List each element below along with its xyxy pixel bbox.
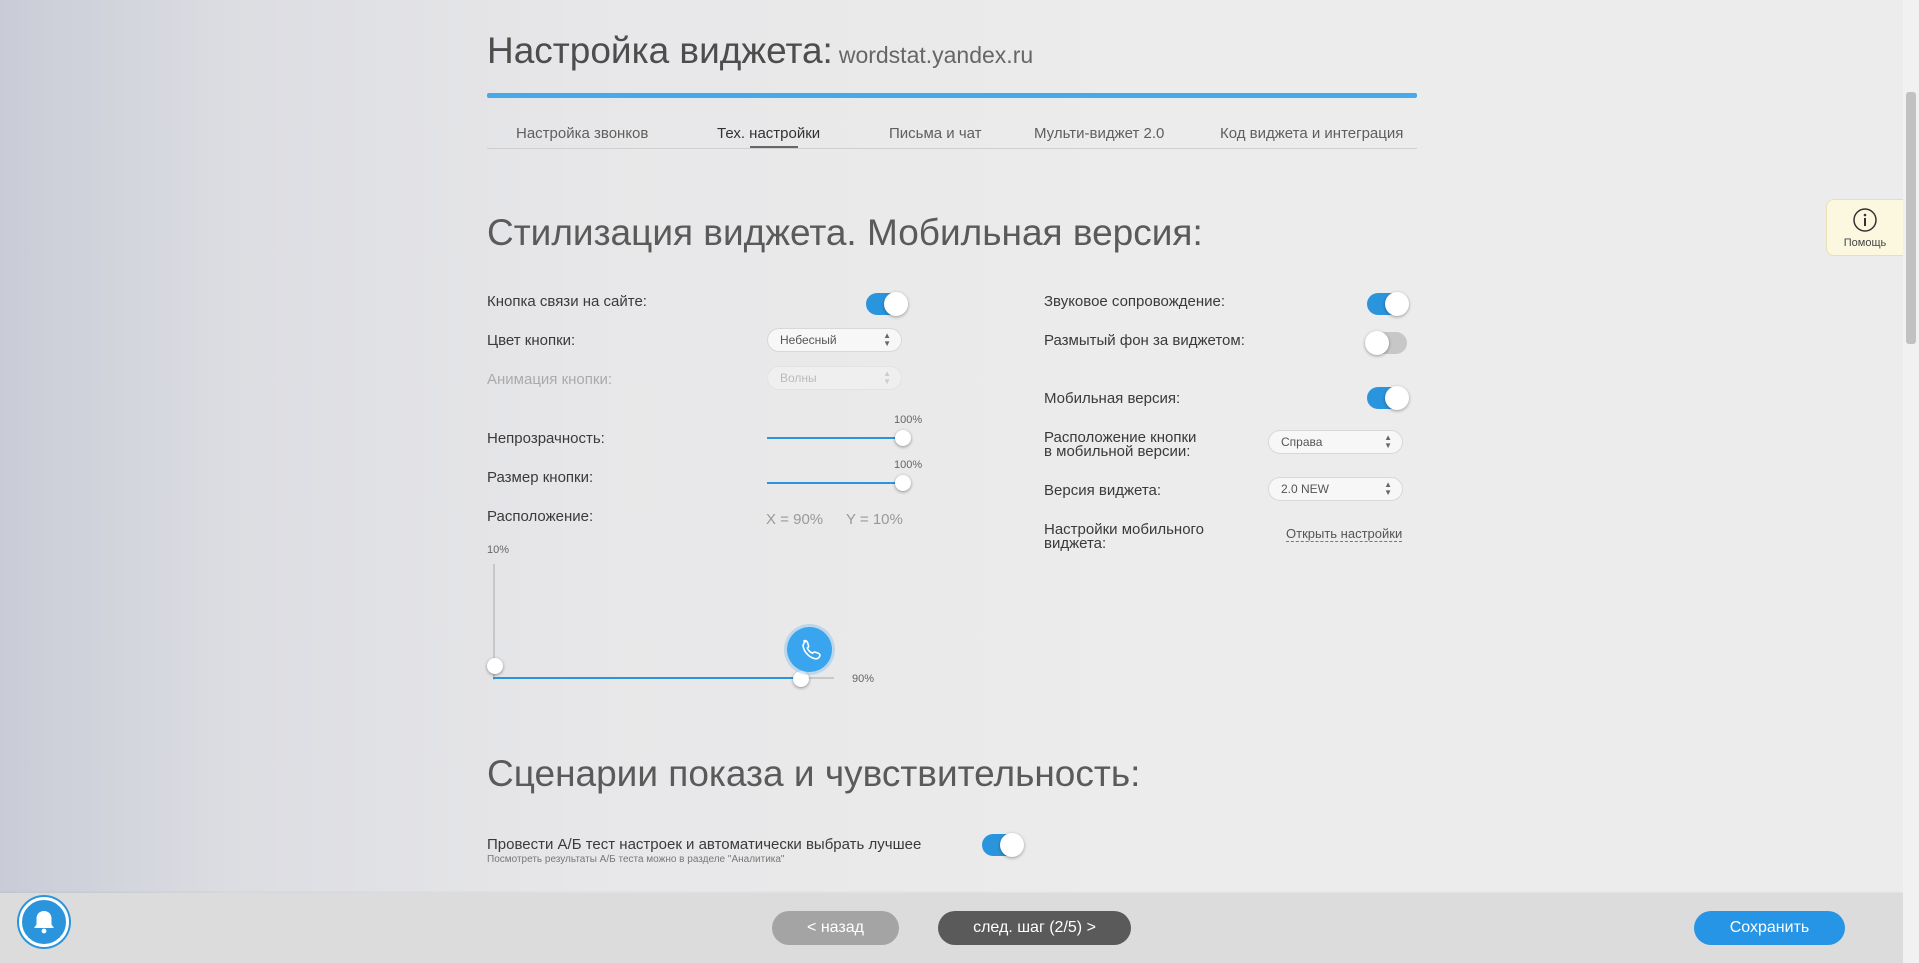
mobile-settings-label-line2: виджета: [1044,535,1107,552]
position-x-handle[interactable] [793,671,809,687]
phone-icon [802,639,821,660]
widget-version-value: 2.0 NEW [1281,482,1330,496]
sound-label: Звуковое сопровождение: [1044,293,1226,310]
button-color-select[interactable]: Небесный ▲ ▼ [767,328,902,352]
tab-multi-widget[interactable]: Мульти-виджет 2.0 [1034,125,1164,142]
help-label: Помощь [1843,237,1887,249]
toggle-knob [884,292,908,316]
tab-call-settings[interactable]: Настройка звонков [516,125,648,142]
toggle-knob [1385,292,1409,316]
mobile-button-position-label: Расположение кнопки в мобильной версии: [1044,430,1196,460]
opacity-label: Непрозрачность: [487,430,605,447]
mobile-version-toggle[interactable] [1367,386,1409,410]
opacity-value: 100% [894,414,923,426]
ab-test-label: Провести А/Б тест настроек и автоматичес… [487,836,922,853]
ab-test-toggle[interactable] [982,833,1024,857]
active-tab-underline [750,146,798,148]
button-size-value: 100% [894,459,923,471]
tab-bar: Настройка звонков Тех. настройки Письма … [487,122,1417,149]
button-animation-select: Волны ▲ ▼ [767,366,902,390]
button-on-site-toggle[interactable] [866,292,908,316]
mobile-version-label: Мобильная версия: [1044,390,1181,407]
widget-button-preview[interactable] [787,627,832,672]
toggle-knob [1365,331,1389,355]
tab-tech-settings[interactable]: Тех. настройки [717,125,820,142]
position-y-percent: 10% [487,544,510,556]
button-color-value: Небесный [780,333,837,347]
mobile-button-position-select[interactable]: Справа ▲ ▼ [1268,430,1403,454]
mobile-button-position-label-line2: в мобильной версии: [1044,443,1191,460]
blur-background-toggle[interactable] [1365,331,1407,355]
blur-background-label: Размытый фон за виджетом: [1044,332,1245,349]
select-arrows-icon: ▲ ▼ [883,369,891,386]
save-button[interactable]: Сохранить [1694,911,1845,945]
sound-toggle[interactable] [1367,292,1409,316]
position-x-track[interactable] [493,677,800,679]
page-scrollbar[interactable] [1903,0,1919,963]
button-size-slider-track[interactable] [767,482,903,484]
position-y-handle[interactable] [487,658,503,674]
button-size-label: Размер кнопки: [487,469,594,486]
mobile-button-position-value: Справа [1281,435,1323,449]
position-x-percent: 90% [852,673,875,685]
position-label: Расположение: [487,508,594,525]
styling-section-title: Стилизация виджета. Мобильная версия: [487,212,1203,253]
bell-icon [34,911,54,934]
page-title-text: Настройка виджета: [487,30,833,71]
button-animation-value: Волны [780,371,817,385]
button-size-slider-handle[interactable] [895,475,911,491]
position-x-readout: X = 90% [766,511,824,528]
site-domain: wordstat.yandex.ru [838,42,1034,68]
info-icon [1853,208,1877,232]
button-color-label: Цвет кнопки: [487,332,576,349]
help-tab[interactable]: Помощь [1826,199,1903,256]
toggle-knob [1000,833,1024,857]
page-title: Настройка виджета: wordstat.yandex.ru [487,30,1033,72]
notifications-button[interactable] [19,897,69,947]
select-arrows-icon: ▲ ▼ [883,331,891,348]
opacity-slider-handle[interactable] [895,430,911,446]
button-animation-label: Анимация кнопки: [487,371,613,388]
mobile-settings-label: Настройки мобильного виджета: [1044,522,1204,552]
next-step-button[interactable]: след. шаг (2/5) > [938,911,1131,945]
tab-widget-code[interactable]: Код виджета и интеграция [1220,125,1403,142]
ab-test-hint: Посмотреть результаты А/Б теста можно в … [487,854,785,865]
widget-version-label: Версия виджета: [1044,482,1162,499]
header-progress-line [487,93,1417,98]
back-button[interactable]: < назад [772,911,899,945]
scrollbar-thumb[interactable] [1906,92,1916,344]
open-mobile-settings-link[interactable]: Открыть настройки [1286,526,1403,542]
scenarios-section-title: Сценарии показа и чувствительность: [487,753,1141,794]
select-arrows-icon: ▲ ▼ [1384,433,1392,450]
opacity-slider-track[interactable] [767,437,903,439]
select-arrows-icon: ▲ ▼ [1384,480,1392,497]
toggle-knob [1385,386,1409,410]
tab-letters-chat[interactable]: Письма и чат [889,125,982,142]
widget-version-select[interactable]: 2.0 NEW ▲ ▼ [1268,477,1403,501]
button-on-site-label: Кнопка связи на сайте: [487,293,647,310]
position-y-readout: Y = 10% [846,511,903,528]
